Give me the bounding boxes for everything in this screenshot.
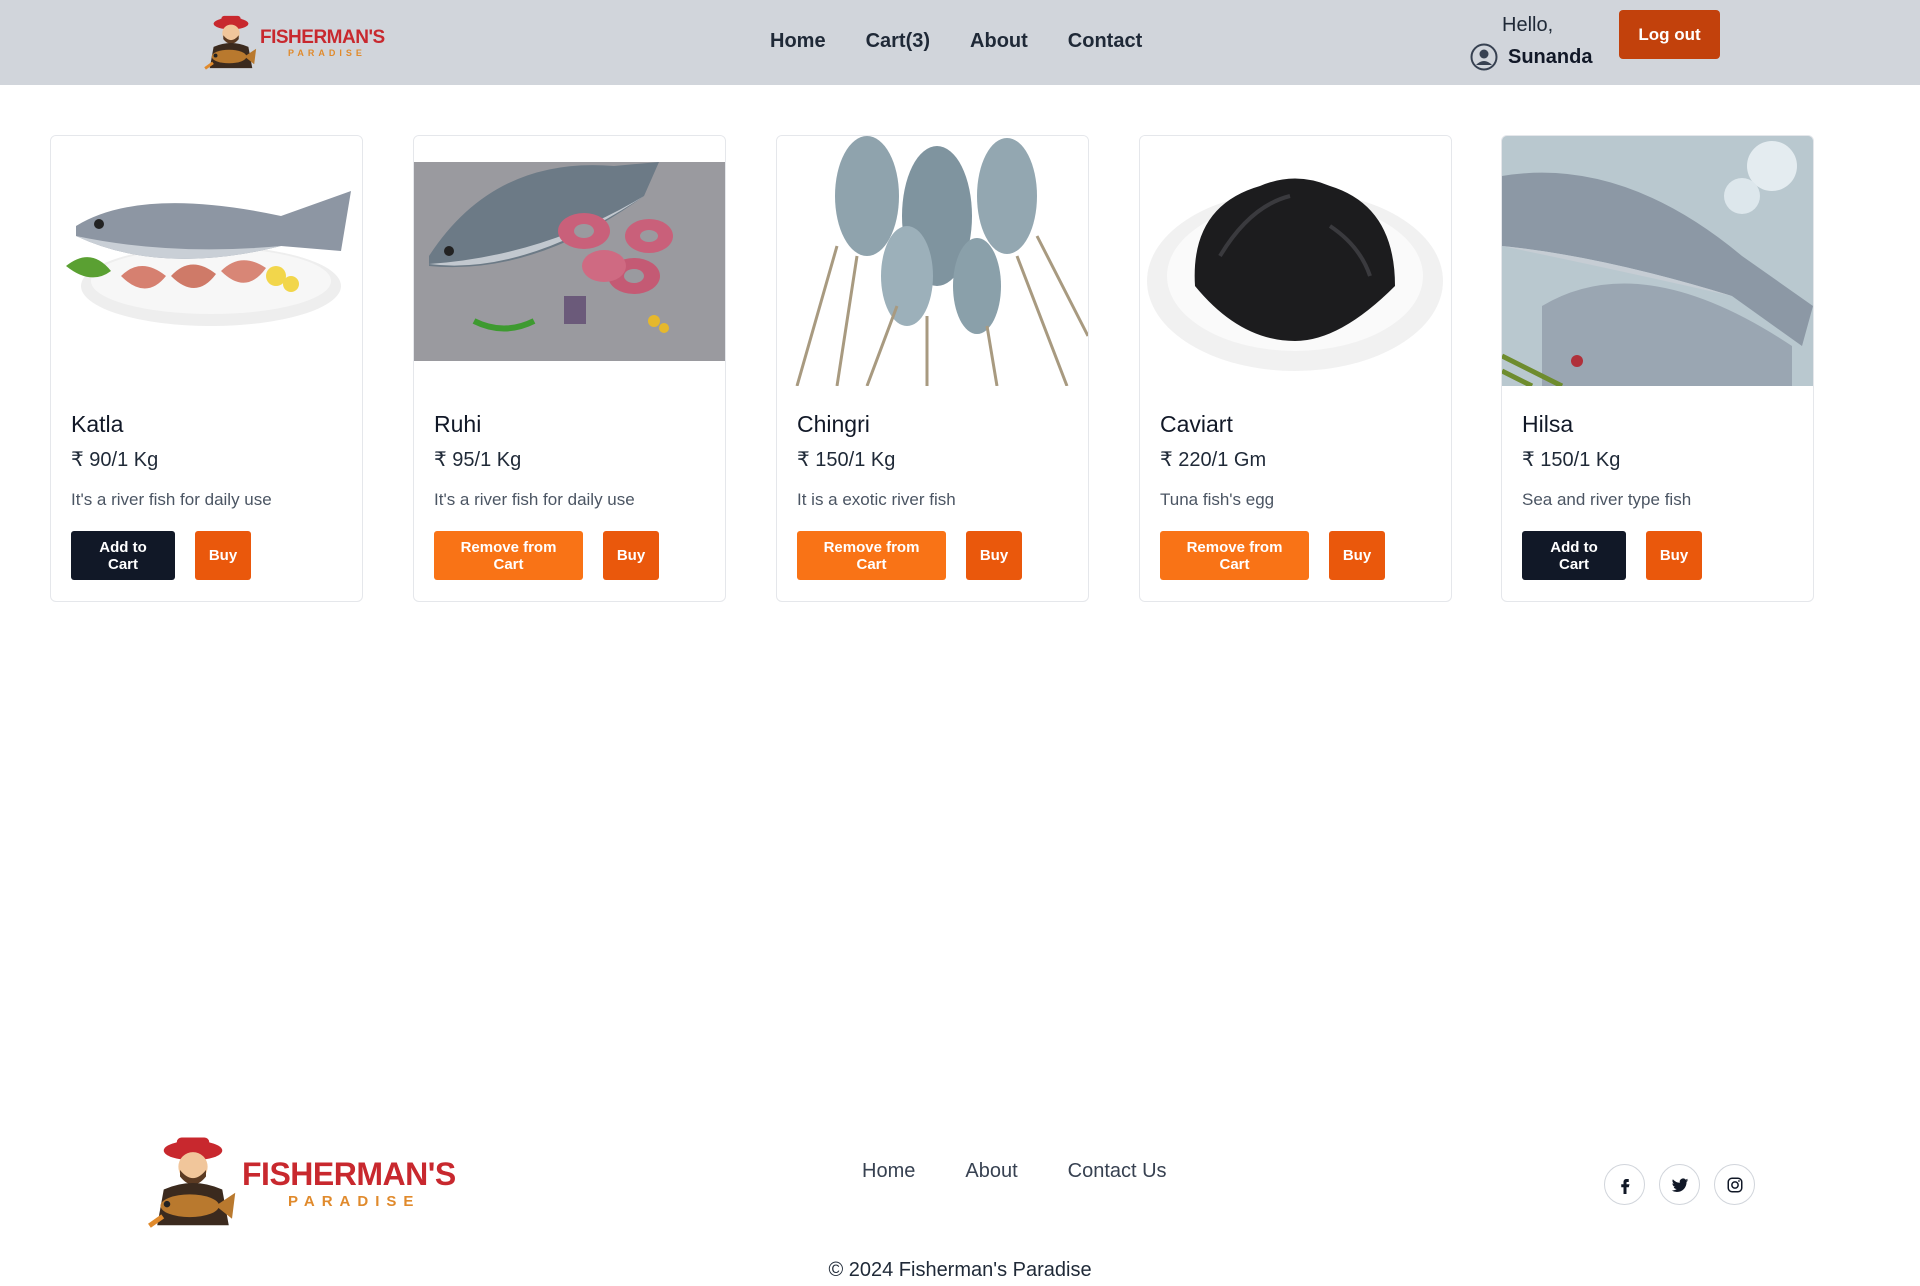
logo-title: FISHERMAN'S	[242, 1155, 456, 1192]
product-actions: Remove from Cart Buy	[1160, 531, 1385, 580]
product-card-hilsa: Hilsa ₹ 150/1 Kg Sea and river type fish…	[1501, 135, 1814, 602]
product-card-katla: Katla ₹ 90/1 Kg It's a river fish for da…	[50, 135, 363, 602]
product-name: Hilsa	[1522, 411, 1574, 437]
product-name: Chingri	[797, 411, 870, 437]
product-image-katla	[51, 136, 362, 386]
product-actions: Remove from Cart Buy	[434, 531, 659, 580]
footer-nav: Home About Contact Us	[862, 1160, 1167, 1183]
logout-button[interactable]: Log out	[1619, 10, 1720, 59]
product-card-ruhi: Ruhi ₹ 95/1 Kg It's a river fish for dai…	[413, 135, 726, 602]
remove-from-cart-button[interactable]: Remove from Cart	[797, 531, 946, 580]
footer-logo[interactable]: FISHERMAN'S PARADISE	[144, 1128, 456, 1238]
remove-from-cart-button[interactable]: Remove from Cart	[1160, 531, 1309, 580]
username: Sunanda	[1508, 45, 1593, 68]
twitter-icon	[1671, 1177, 1688, 1192]
logo-title: FISHERMAN'S	[260, 27, 385, 48]
footer-nav-contact-us[interactable]: Contact Us	[1068, 1160, 1167, 1183]
greeting-text: Hello,	[1502, 14, 1554, 36]
remove-from-cart-button[interactable]: Remove from Cart	[434, 531, 583, 580]
product-price: ₹ 220/1 Gm	[1160, 449, 1267, 471]
buy-button[interactable]: Buy	[1646, 531, 1702, 580]
product-price: ₹ 150/1 Kg	[1522, 449, 1621, 471]
product-actions: Add to Cart Buy	[1522, 531, 1702, 580]
footer-nav-about[interactable]: About	[965, 1160, 1017, 1183]
buy-button[interactable]: Buy	[195, 531, 251, 580]
product-card-caviart: Caviart ₹ 220/1 Gm Tuna fish's egg Remov…	[1139, 135, 1452, 602]
product-image-hilsa	[1502, 136, 1813, 386]
add-to-cart-button[interactable]: Add to Cart	[1522, 531, 1626, 580]
product-name: Caviart	[1160, 411, 1233, 437]
product-card-chingri: Chingri ₹ 150/1 Kg It is a exotic river …	[776, 135, 1089, 602]
product-description: Tuna fish's egg	[1160, 490, 1275, 509]
copyright-text: © 2024 Fisherman's Paradise	[828, 1259, 1092, 1281]
facebook-icon	[1620, 1178, 1629, 1194]
logo-subtitle: PARADISE	[288, 48, 366, 58]
product-description: It is a exotic river fish	[797, 490, 956, 509]
instagram-link[interactable]	[1714, 1164, 1755, 1205]
product-name: Ruhi	[434, 411, 482, 437]
product-image-caviart	[1140, 136, 1451, 386]
product-name: Katla	[71, 411, 124, 437]
product-price: ₹ 150/1 Kg	[797, 449, 896, 471]
product-price: ₹ 95/1 Kg	[434, 449, 522, 471]
buy-button[interactable]: Buy	[1329, 531, 1385, 580]
product-image-ruhi	[414, 136, 725, 386]
user-info: Sunanda	[1470, 43, 1592, 71]
site-header: FISHERMAN'S PARADISE Home Cart(3) About …	[0, 0, 1920, 85]
product-description: It's a river fish for daily use	[71, 490, 272, 509]
buy-button[interactable]: Buy	[603, 531, 659, 580]
user-avatar-icon	[1470, 43, 1498, 71]
instagram-icon	[1727, 1177, 1742, 1192]
footer-nav-home[interactable]: Home	[862, 1160, 915, 1183]
nav-cart[interactable]: Cart(3)	[866, 30, 930, 53]
twitter-link[interactable]	[1659, 1164, 1700, 1205]
product-image-chingri	[777, 136, 1088, 386]
social-links	[1604, 1164, 1755, 1205]
product-price: ₹ 90/1 Kg	[71, 449, 159, 471]
buy-button[interactable]: Buy	[966, 531, 1022, 580]
product-actions: Add to Cart Buy	[71, 531, 251, 580]
add-to-cart-button[interactable]: Add to Cart	[71, 531, 175, 580]
nav-home[interactable]: Home	[770, 30, 826, 53]
nav-contact[interactable]: Contact	[1068, 30, 1142, 53]
nav-about[interactable]: About	[970, 30, 1028, 53]
fisherman-logo-icon	[204, 15, 257, 70]
main-nav: Home Cart(3) About Contact	[770, 30, 1142, 53]
facebook-link[interactable]	[1604, 1164, 1645, 1205]
product-description: Sea and river type fish	[1522, 490, 1692, 509]
product-description: It's a river fish for daily use	[434, 490, 635, 509]
header-logo[interactable]: FISHERMAN'S PARADISE	[202, 12, 385, 74]
logo-subtitle: PARADISE	[288, 1192, 421, 1210]
fisherman-logo-icon	[148, 1137, 236, 1228]
product-actions: Remove from Cart Buy	[797, 531, 1022, 580]
